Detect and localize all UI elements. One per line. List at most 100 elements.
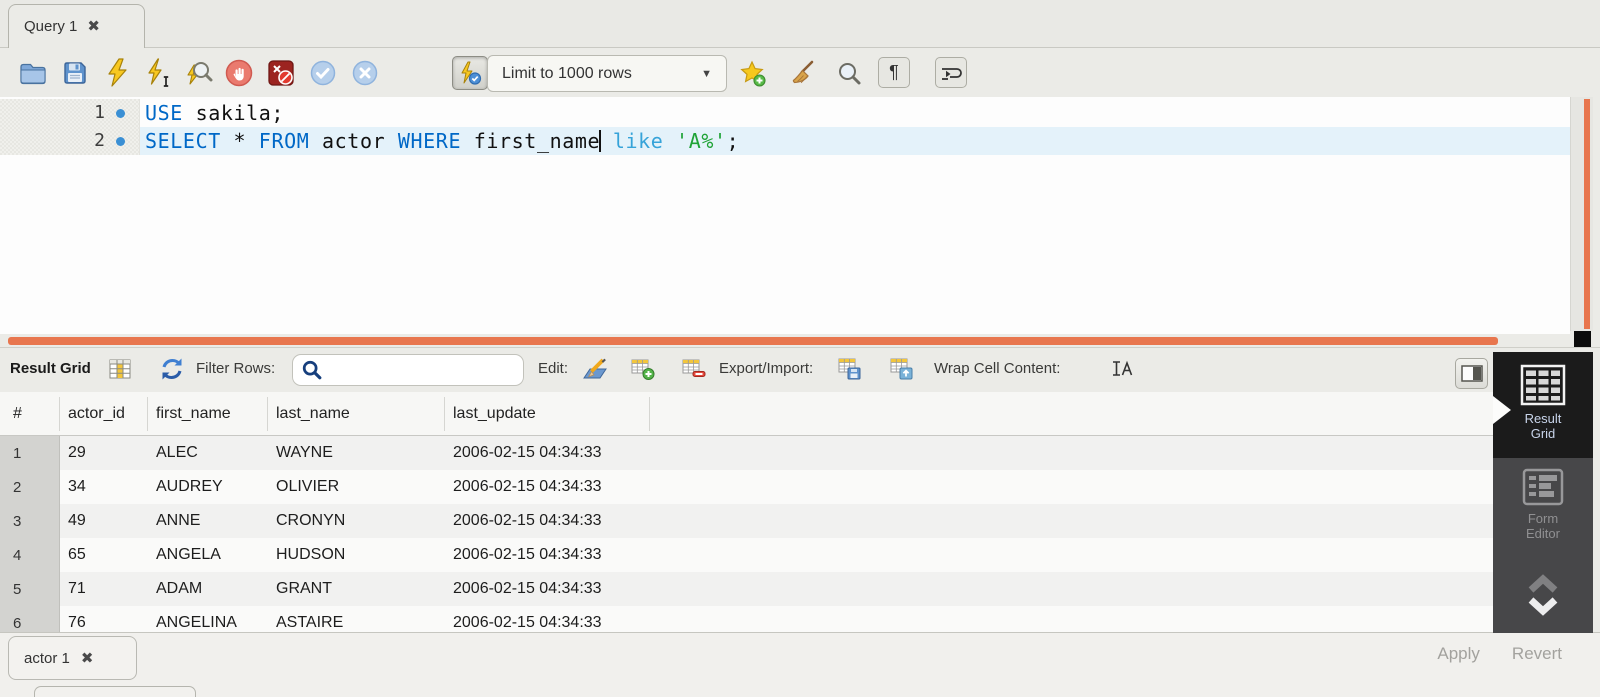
column-header[interactable]: first_name xyxy=(148,397,268,431)
sidebar-item-result-grid[interactable]: Result Grid xyxy=(1493,364,1593,441)
cell[interactable]: 49 xyxy=(60,504,148,538)
close-icon[interactable]: ✖ xyxy=(87,19,100,34)
filter-search-box[interactable] xyxy=(292,354,524,386)
new-snippet-button[interactable] xyxy=(736,58,768,88)
code-line[interactable]: 1USE sakila; xyxy=(0,99,1570,127)
result-grid-view-button[interactable] xyxy=(106,356,134,382)
row-filler xyxy=(650,606,1493,632)
toggle-stop-on-error-button[interactable] xyxy=(265,58,297,88)
header-filler xyxy=(650,392,1493,435)
result-grid[interactable]: #actor_idfirst_namelast_namelast_update … xyxy=(0,392,1493,632)
query-tab-bar xyxy=(0,0,1600,48)
row-filler xyxy=(650,572,1493,606)
delete-row-button[interactable] xyxy=(680,356,708,382)
wrap-cell-content-button[interactable] xyxy=(1108,356,1136,382)
cell[interactable]: ANGELA xyxy=(148,538,268,572)
toggle-autocommit-button[interactable] xyxy=(452,56,488,90)
column-header[interactable]: last_update xyxy=(445,397,650,431)
row-number-cell[interactable]: 1 xyxy=(0,436,60,470)
cell[interactable]: 2006-02-15 04:34:33 xyxy=(445,470,650,504)
pencil-icon xyxy=(581,358,608,380)
apply-button[interactable]: Apply xyxy=(1437,644,1480,664)
refresh-results-button[interactable] xyxy=(158,356,186,382)
tab-actor-1[interactable]: actor 1 ✖ xyxy=(8,636,137,680)
result-view-sidebar: Result Grid Form Editor xyxy=(1493,352,1593,633)
lightning-icon xyxy=(105,58,129,88)
cell[interactable]: AUDREY xyxy=(148,470,268,504)
close-icon[interactable]: ✖ xyxy=(81,651,94,666)
cell[interactable]: 2006-02-15 04:34:33 xyxy=(445,538,650,572)
revert-button[interactable]: Revert xyxy=(1512,644,1562,664)
tab-query-1-label: Query 1 xyxy=(24,18,77,35)
import-records-button[interactable] xyxy=(888,356,916,382)
stop-query-button[interactable] xyxy=(223,58,255,88)
code-line[interactable]: 2SELECT * FROM actor WHERE first_name li… xyxy=(0,127,1570,155)
cell[interactable]: 2006-02-15 04:34:33 xyxy=(445,572,650,606)
bottom-bar xyxy=(0,632,1600,697)
row-filler xyxy=(650,470,1493,504)
column-header[interactable]: actor_id xyxy=(60,397,148,431)
editor-scrollbar-thumb[interactable] xyxy=(1584,99,1590,329)
edit-record-button[interactable] xyxy=(580,356,608,382)
table-row[interactable]: 676ANGELINAASTAIRE2006-02-15 04:34:33 xyxy=(0,606,1493,632)
insert-row-button[interactable] xyxy=(629,356,657,382)
save-script-button[interactable] xyxy=(59,58,91,88)
find-button[interactable] xyxy=(833,58,865,88)
row-number-cell[interactable]: 6 xyxy=(0,606,60,632)
toggle-sidebar-button[interactable] xyxy=(1455,358,1488,389)
search-input[interactable] xyxy=(329,362,515,378)
table-row[interactable]: 349ANNECRONYN2006-02-15 04:34:33 xyxy=(0,504,1493,538)
cell[interactable]: 76 xyxy=(60,606,148,632)
cell[interactable]: 34 xyxy=(60,470,148,504)
toggle-invisible-characters-button[interactable]: ¶ xyxy=(878,57,910,88)
editor-result-splitter[interactable] xyxy=(8,337,1498,345)
row-number-cell[interactable]: 4 xyxy=(0,538,60,572)
sql-editor[interactable]: 1USE sakila;2SELECT * FROM actor WHERE f… xyxy=(0,97,1570,334)
cell[interactable]: CRONYN xyxy=(268,504,445,538)
cell[interactable]: ASTAIRE xyxy=(268,606,445,632)
open-file-button[interactable] xyxy=(17,58,49,88)
explain-query-button[interactable] xyxy=(183,58,215,88)
limit-rows-dropdown[interactable]: Limit to 1000 rows ▼ xyxy=(487,55,727,92)
pilcrow-icon: ¶ xyxy=(889,62,899,83)
toggle-word-wrap-button[interactable] xyxy=(935,57,967,88)
sidebar-scroll-down[interactable] xyxy=(1493,596,1593,621)
column-header[interactable]: last_name xyxy=(268,397,445,431)
cell[interactable]: ALEC xyxy=(148,436,268,470)
cell[interactable]: ANNE xyxy=(148,504,268,538)
beautify-script-button[interactable] xyxy=(786,58,818,88)
cell[interactable]: ANGELINA xyxy=(148,606,268,632)
cell[interactable]: ADAM xyxy=(148,572,268,606)
column-header[interactable]: # xyxy=(0,397,60,431)
row-filler xyxy=(650,538,1493,572)
execute-query-button[interactable] xyxy=(101,58,133,88)
table-add-row-icon xyxy=(631,358,655,380)
cell[interactable]: 65 xyxy=(60,538,148,572)
folder-icon xyxy=(19,60,47,86)
table-row[interactable]: 571ADAMGRANT2006-02-15 04:34:33 xyxy=(0,572,1493,606)
row-number-cell[interactable]: 5 xyxy=(0,572,60,606)
cell[interactable]: 2006-02-15 04:34:33 xyxy=(445,436,650,470)
table-row[interactable]: 129ALECWAYNE2006-02-15 04:34:33 xyxy=(0,436,1493,470)
table-row[interactable]: 234AUDREYOLIVIER2006-02-15 04:34:33 xyxy=(0,470,1493,504)
grid-body: 129ALECWAYNE2006-02-15 04:34:33234AUDREY… xyxy=(0,436,1493,632)
commit-button[interactable] xyxy=(307,58,339,88)
sidebar-item-form-editor[interactable]: Form Editor xyxy=(1493,468,1593,541)
cell[interactable]: WAYNE xyxy=(268,436,445,470)
row-number-cell[interactable]: 2 xyxy=(0,470,60,504)
tab-query-1[interactable]: Query 1 ✖ xyxy=(8,4,145,48)
cell[interactable]: 71 xyxy=(60,572,148,606)
cell[interactable]: 2006-02-15 04:34:33 xyxy=(445,606,650,632)
cell[interactable]: OLIVIER xyxy=(268,470,445,504)
cell[interactable]: GRANT xyxy=(268,572,445,606)
cell[interactable]: HUDSON xyxy=(268,538,445,572)
export-recordset-button[interactable] xyxy=(836,356,864,382)
row-number-cell[interactable]: 3 xyxy=(0,504,60,538)
execute-current-statement-button[interactable] xyxy=(143,58,175,88)
lightning-cursor-icon xyxy=(146,58,172,88)
cell[interactable]: 2006-02-15 04:34:33 xyxy=(445,504,650,538)
cell[interactable]: 29 xyxy=(60,436,148,470)
rollback-button[interactable] xyxy=(349,58,381,88)
filter-rows-label: Filter Rows: xyxy=(196,360,275,377)
table-row[interactable]: 465ANGELAHUDSON2006-02-15 04:34:33 xyxy=(0,538,1493,572)
